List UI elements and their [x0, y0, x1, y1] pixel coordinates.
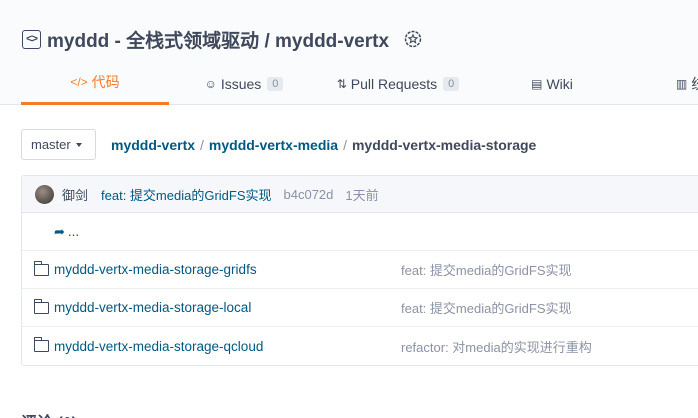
commit-sha[interactable]: b4c072d	[284, 187, 334, 202]
file-commit-message[interactable]: refactor: 对media的实现进行重构	[401, 337, 592, 356]
repo-header: <> myddd - 全栈式领域驱动 / myddd-vertx </> 代码 …	[0, 0, 698, 105]
commit-author[interactable]: 御剑	[62, 185, 88, 204]
comments-heading: 评论 (1)	[21, 409, 77, 418]
repo-title-bar: <> myddd - 全栈式领域驱动 / myddd-vertx	[22, 26, 423, 52]
pull-request-icon: ⇅	[336, 76, 347, 91]
tab-code-label: 代码	[91, 74, 120, 90]
wiki-icon: ▤	[531, 76, 543, 91]
avatar[interactable]	[35, 184, 54, 204]
list-item: myddd-vertx-media-storage-qcloud refacto…	[22, 327, 698, 365]
file-commit-message[interactable]: feat: 提交media的GridFS实现	[401, 298, 572, 317]
folder-link[interactable]: myddd-vertx-media-storage-gridfs	[54, 262, 257, 277]
tab-issues-label: Issues	[220, 75, 262, 92]
file-list: 御剑 feat: 提交media的GridFS实现 b4c072d 1天前 ➦ …	[21, 175, 698, 366]
file-commit-message[interactable]: feat: 提交media的GridFS实现	[401, 260, 572, 279]
latest-commit-bar: 御剑 feat: 提交media的GridFS实现 b4c072d 1天前	[22, 176, 698, 213]
back-arrow-icon: ➦	[54, 223, 65, 239]
breadcrumb-current: myddd-vertx-media-storage	[351, 137, 537, 153]
pull-requests-count-badge: 0	[443, 76, 460, 91]
tab-pull-requests[interactable]: ⇅ Pull Requests 0	[333, 62, 463, 105]
folder-link[interactable]: myddd-vertx-media-storage-qcloud	[54, 339, 263, 354]
breadcrumb: myddd-vertx / myddd-vertx-media / myddd-…	[111, 137, 536, 153]
folder-link[interactable]: myddd-vertx-media-storage-local	[54, 300, 251, 315]
tab-pull-requests-label: Pull Requests	[350, 75, 438, 92]
code-repo-icon: <>	[22, 29, 41, 49]
breadcrumb-separator: /	[343, 137, 347, 153]
branch-label: master	[31, 137, 71, 152]
branch-select-button[interactable]: master	[21, 129, 96, 160]
issues-icon: ☺	[204, 76, 217, 91]
folder-icon	[33, 261, 49, 276]
parent-directory-label: ...	[67, 224, 80, 239]
tab-wiki-label: Wiki	[546, 75, 573, 92]
folder-icon	[33, 337, 49, 352]
repo-title[interactable]: myddd - 全栈式领域驱动 / myddd-vertx	[47, 26, 389, 53]
code-icon: </>	[70, 75, 88, 89]
folder-icon	[33, 299, 49, 314]
list-item: myddd-vertx-media-storage-local feat: 提交…	[22, 289, 698, 327]
recommend-badge-icon[interactable]	[403, 29, 423, 49]
stats-icon: ▥	[676, 76, 688, 91]
tab-wiki[interactable]: ▤ Wiki	[528, 62, 576, 105]
issues-count-badge: 0	[267, 76, 284, 91]
tab-issues[interactable]: ☺ Issues 0	[201, 62, 287, 105]
tab-stats[interactable]: ▥ 统	[676, 62, 698, 105]
breadcrumb-link-root[interactable]: myddd-vertx	[111, 137, 195, 153]
commit-message[interactable]: feat: 提交media的GridFS实现	[101, 185, 272, 204]
list-item: myddd-vertx-media-storage-gridfs feat: 提…	[22, 251, 698, 289]
chevron-down-icon	[75, 142, 82, 147]
tab-stats-label: 统	[691, 74, 698, 94]
parent-directory-row[interactable]: ➦ ...	[22, 213, 698, 251]
breadcrumb-link-media[interactable]: myddd-vertx-media	[209, 137, 338, 153]
commit-time: 1天前	[345, 187, 379, 203]
tab-code[interactable]: </> 代码	[21, 62, 169, 105]
breadcrumb-separator: /	[200, 137, 204, 153]
